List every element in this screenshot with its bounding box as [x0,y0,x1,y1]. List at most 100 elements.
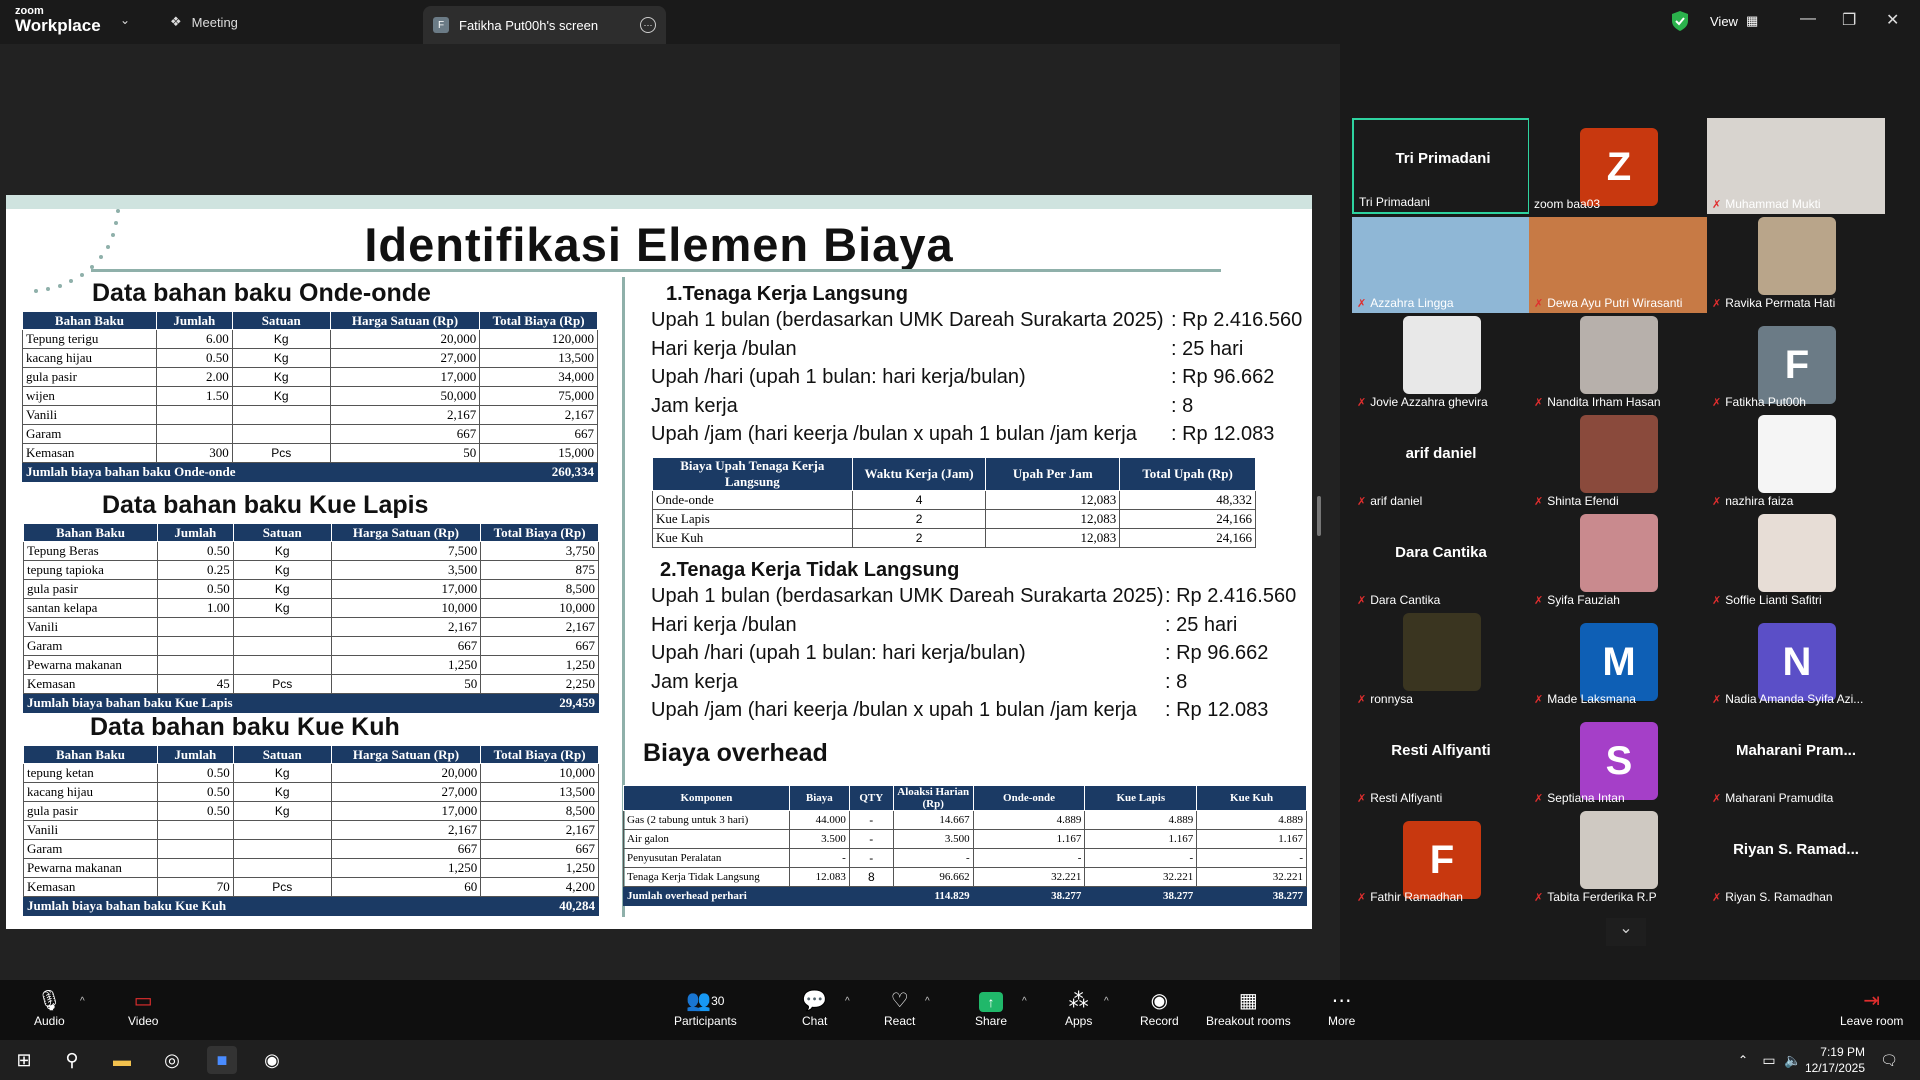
leave-room-button[interactable]: ⇥ Leave room [1840,988,1903,1028]
table-cell: 0.50 [156,801,234,821]
table-cell: 4.889 [1084,810,1198,830]
chat-caret-icon[interactable]: ^ [845,996,850,1007]
upah-label: Upah 1 bulan (berdasarkan UMK Dareah Sur… [651,309,1164,331]
video-button[interactable]: ▭ Video [128,988,158,1028]
participant-tile[interactable]: N ✗ Nadia Amanda Syifa Azi... [1707,613,1885,709]
apps-caret-icon[interactable]: ^ [1104,996,1109,1007]
table-row: gula pasir 0.50 Kg 17,000 8,500 [23,579,599,599]
participants-button[interactable]: 👥30 Participants [674,988,737,1028]
participant-tile[interactable]: Maharani Pram... ✗ Maharani Pramudita [1707,712,1885,808]
table-cell: Kg [232,763,332,783]
minimize-icon[interactable]: — [1800,10,1816,28]
participant-tile[interactable]: M ✗ Made Laksmana [1529,613,1707,709]
upah-label: Jam kerja [651,670,738,693]
table-cell: 2 [851,509,987,529]
participant-name-bar: ✗ Made Laksmana [1534,692,1636,706]
total-cell [848,886,894,906]
participant-name: Muhammad Mukti [1725,197,1821,211]
participant-tile[interactable]: ✗ Tabita Ferderika R.P [1529,811,1707,907]
more-button[interactable]: ⋯ More [1328,988,1355,1028]
tab-shared-screen[interactable]: F Fatikha Put00h's screen ··· [423,6,666,44]
view-button[interactable]: View ▦ [1700,8,1758,34]
upah-label: Jam kerja [651,394,738,417]
volume-icon[interactable]: 🔈 [1778,1046,1808,1074]
video-thumbnail [1580,316,1658,394]
table-cell: 50,000 [329,386,481,406]
gallery-next-icon[interactable]: ⌄ [1606,918,1646,946]
table-cell: 48,332 [1119,490,1256,510]
split-handle[interactable] [1317,496,1321,536]
slide: Identifikasi Elemen Biaya Data bahan bak… [6,195,1312,929]
table-cell: 44.000 [788,810,850,830]
participant-tile[interactable]: Resti Alfiyanti ✗ Resti Alfiyanti [1352,712,1530,808]
participant-tile[interactable]: ✗ Shinta Efendi [1529,415,1707,511]
table-row: gula pasir 2.00 Kg 17,000 34,000 [22,367,598,387]
breakout-rooms-button[interactable]: ▦ Breakout rooms [1206,988,1291,1028]
slide-band [6,195,1312,209]
participant-name-bar: ✗ Septiana Intan [1534,791,1625,805]
table-header-cell: Bahan Baku [22,311,157,330]
windows-start-icon[interactable]: ⊞ [9,1046,39,1074]
react-caret-icon[interactable]: ^ [925,996,930,1007]
table-cell [156,839,234,859]
table-header-row: Bahan Baku Jumlah Satuan Harga Satuan (Rp) T… [23,745,599,764]
overhead-table: Komponen Biaya QTY Aloaksi Harian (Rp) Onde-… [623,785,1307,906]
table-cell: 32.221 [1084,867,1198,887]
video-thumbnail [1580,811,1658,889]
audio-button[interactable]: 🎙 Audio [34,988,65,1028]
participant-tile[interactable]: ✗ Soffie Lianti Safitri [1707,514,1885,610]
zoom-taskbar-icon[interactable]: ■ [207,1046,237,1074]
participant-tile[interactable]: F ✗ Fatikha Put00h [1707,316,1885,412]
shield-icon[interactable] [1670,10,1690,32]
table-cell: Pewarna makanan [23,655,158,675]
chevron-down-icon[interactable]: ⌄ [120,13,130,27]
upah-value: : 25 hari [1171,337,1244,360]
table-cell: - [788,848,850,868]
participant-name: Maharani Pramudita [1725,791,1834,805]
participant-tile[interactable]: ✗ Muhammad Mukti [1707,118,1885,214]
participant-tile[interactable]: Dara Cantika ✗ Dara Cantika [1352,514,1530,610]
chat-button[interactable]: 💬 Chat [802,988,827,1028]
participant-tile[interactable]: ✗ Dewa Ayu Putri Wirasanti [1529,217,1707,313]
participant-tile[interactable]: ✗ Nandita Irham Hasan [1529,316,1707,412]
participant-tile[interactable]: ✗ Ravika Permata Hati [1707,217,1885,313]
windows-taskbar: ⊞ ⚲ ▬ ◎ ■ ◉ ⌃ ▭ 🔈 7:19 PM 12/17/2025 🗨 [0,1040,1920,1080]
chrome-icon[interactable]: ◎ [157,1046,187,1074]
table-header-row: Biaya Upah Tenaga Kerja Langsung Waktu Ke… [652,457,1256,491]
more-options-icon[interactable]: ··· [640,17,656,33]
notification-icon[interactable]: 🗨 [1874,1046,1904,1074]
upah-label: Upah /jam (hari keerja /bulan x upah 1 b… [651,699,1137,721]
tab-meeting[interactable]: ❖ Meeting [170,0,238,44]
participant-tile[interactable]: Zzoom baa03 [1529,118,1707,214]
close-icon[interactable]: ✕ [1886,10,1899,30]
table-cell: 70 [156,877,234,897]
apps-button[interactable]: ⁂ Apps [1065,988,1092,1028]
record-button[interactable]: ◉ Record [1140,988,1179,1028]
participant-name: Syifa Fauziah [1547,593,1620,607]
participant-tile[interactable]: ✗ nazhira faiza [1707,415,1885,511]
table-cell: Kg [231,348,331,368]
audio-caret-icon[interactable]: ^ [80,996,85,1007]
table-cell: Pcs [232,674,332,694]
participant-tile[interactable]: ✗ Syifa Fauziah [1529,514,1707,610]
participant-tile[interactable]: arif daniel ✗ arif daniel [1352,415,1530,511]
system-clock[interactable]: 7:19 PM 12/17/2025 [1805,1044,1865,1076]
share-button[interactable]: ↑ Share [975,988,1007,1028]
share-caret-icon[interactable]: ^ [1022,996,1027,1007]
table-cell: 10,000 [480,763,599,783]
react-button[interactable]: ♡ React [884,988,915,1028]
participant-tile[interactable]: F ✗ Fathir Ramadhan [1352,811,1530,907]
participant-tile[interactable]: ✗ ronnysa [1352,613,1530,709]
table-cell: 17,000 [330,579,482,599]
participant-tile[interactable]: ✗ Azzahra Lingga [1352,217,1530,313]
search-icon[interactable]: ⚲ [57,1046,87,1074]
restore-icon[interactable]: ❐ [1842,10,1856,30]
participant-display-name: Riyan S. Ramad... [1733,841,1859,858]
table-header-row: Komponen Biaya QTY Aloaksi Harian (Rp) Onde-… [623,785,1307,811]
participant-tile[interactable]: S ✗ Septiana Intan [1529,712,1707,808]
participant-tile[interactable]: Riyan S. Ramad... ✗ Riyan S. Ramadhan [1707,811,1885,907]
participant-tile[interactable]: Tri Primadani Tri Primadani [1352,118,1530,214]
file-explorer-icon[interactable]: ▬ [107,1046,137,1074]
participant-tile[interactable]: ✗ Jovie Azzahra ghevira [1352,316,1530,412]
chrome-profile-icon[interactable]: ◉ [257,1046,287,1074]
